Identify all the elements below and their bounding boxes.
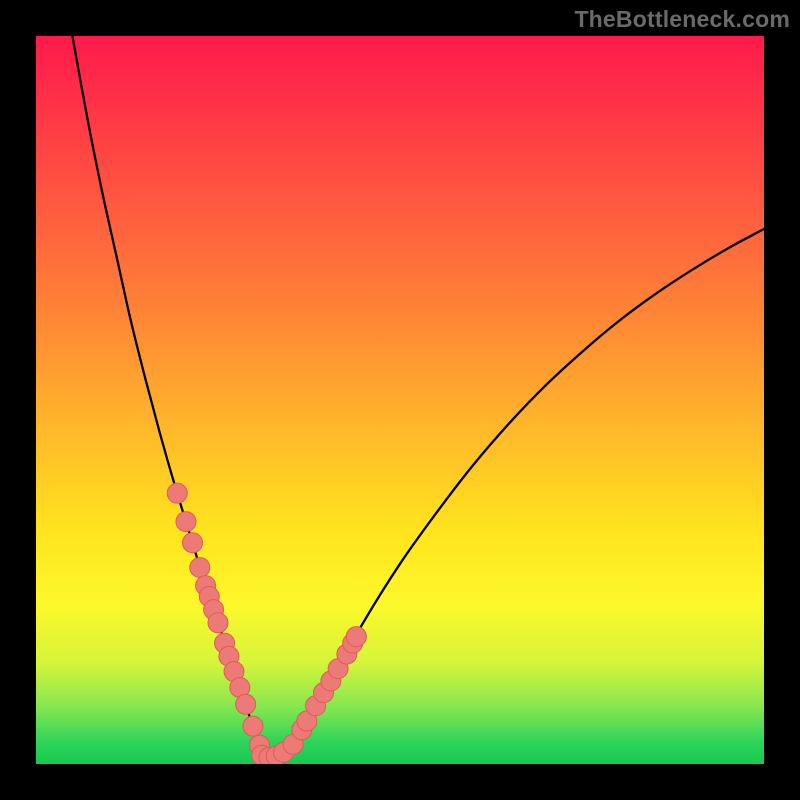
curve-marker	[167, 483, 187, 503]
curve-marker	[176, 512, 196, 532]
curve-marker	[243, 716, 263, 736]
watermark-text: TheBottleneck.com	[574, 6, 790, 33]
curve-marker	[190, 557, 210, 577]
curve-marker	[183, 533, 203, 553]
chart-frame	[36, 36, 764, 764]
bottleneck-curve	[72, 36, 764, 759]
curve-markers	[167, 483, 366, 764]
chart-svg	[36, 36, 764, 764]
curve-marker	[208, 613, 228, 633]
curve-marker	[236, 694, 256, 714]
curve-marker	[346, 627, 366, 647]
